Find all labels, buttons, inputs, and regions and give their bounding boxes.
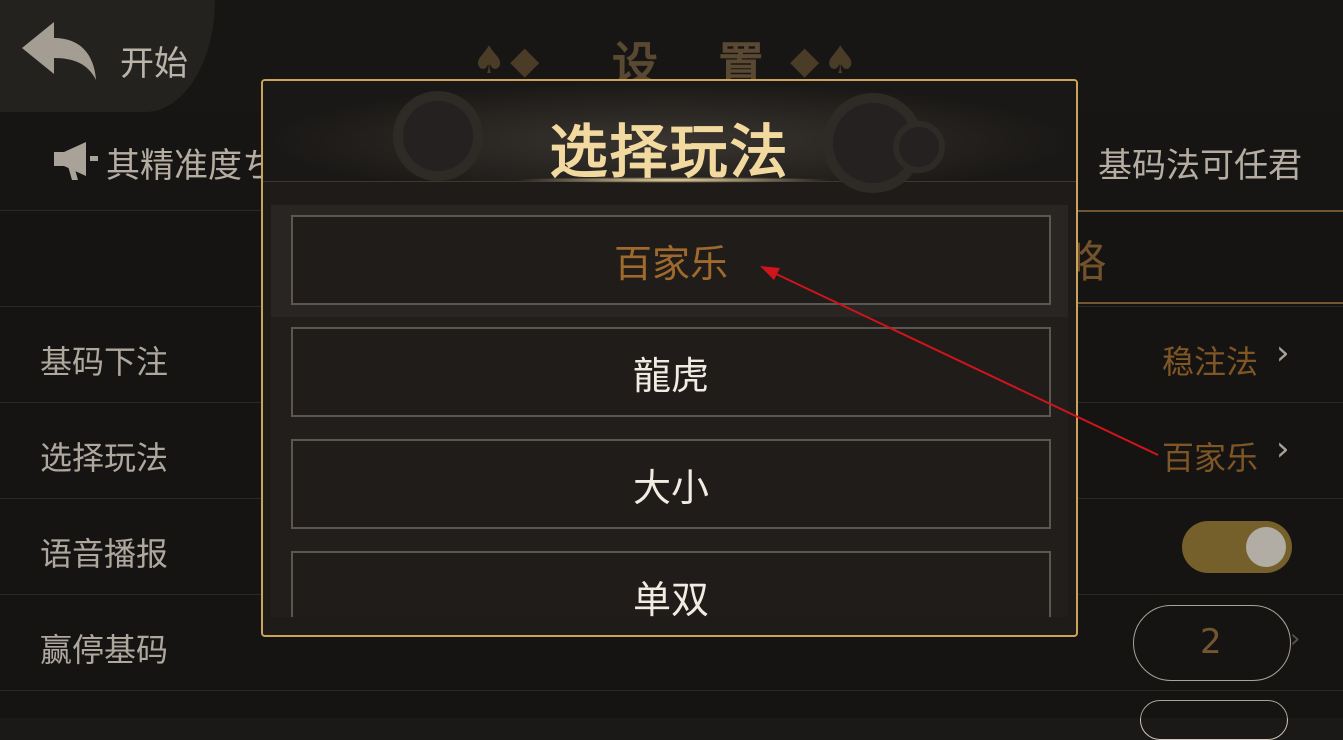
option-dragon-tiger[interactable]: 龍虎	[291, 327, 1051, 417]
option-baccarat[interactable]: 百家乐	[291, 215, 1051, 305]
option-list[interactable]: 百家乐 龍虎 大小 单双	[271, 205, 1068, 617]
dialog-header: 选择玩法	[263, 81, 1076, 193]
option-odd-even[interactable]: 单双	[291, 551, 1051, 617]
option-big-small[interactable]: 大小	[291, 439, 1051, 529]
select-play-mode-dialog: 选择玩法 百家乐 龍虎 大小 单双	[261, 79, 1078, 637]
title-glow	[513, 177, 833, 183]
